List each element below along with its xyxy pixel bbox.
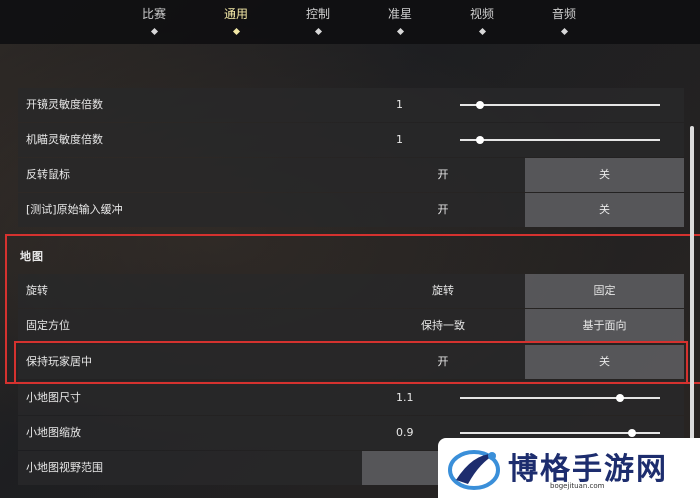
- tab-match[interactable]: 比赛: [124, 6, 184, 36]
- option-keep-consistent-button[interactable]: 保持一致: [362, 309, 524, 343]
- setting-value: 1.1: [396, 391, 414, 404]
- tab-general[interactable]: 通用: [206, 6, 266, 36]
- tab-indicator-icon: [150, 27, 158, 36]
- setting-row-scope-sensitivity: 开镜灵敏度倍数 1: [18, 88, 684, 122]
- slider-handle[interactable]: [628, 429, 636, 437]
- tab-crosshair-label: 准星: [387, 7, 412, 21]
- setting-row-minimap-size: 小地图尺寸 1.1: [18, 381, 684, 415]
- minimap-size-slider[interactable]: [460, 394, 660, 402]
- tab-indicator-icon: [232, 27, 240, 36]
- setting-label: 固定方位: [26, 319, 70, 332]
- tab-crosshair[interactable]: 准星: [370, 6, 430, 36]
- setting-row-fixed-orientation: 固定方位 保持一致 基于面向: [18, 309, 684, 343]
- tab-indicator-icon: [560, 27, 568, 36]
- watermark: 博格手游网 bogejituan.com: [438, 438, 700, 498]
- tab-general-label: 通用: [223, 7, 248, 21]
- setting-label: 反转鼠标: [26, 168, 70, 181]
- tab-indicator-icon: [314, 27, 322, 36]
- setting-row-invert-mouse: 反转鼠标 开 关: [18, 158, 684, 192]
- tab-audio-label: 音频: [551, 7, 576, 21]
- setting-row-ironsight-sensitivity: 机瞄灵敏度倍数 1: [18, 123, 684, 157]
- option-on-button[interactable]: 开: [362, 345, 524, 379]
- setting-label: 旋转: [26, 284, 48, 297]
- settings-tab-bar: 比赛 通用 控制 准星 视频 音频: [0, 0, 700, 44]
- slider-handle[interactable]: [616, 394, 624, 402]
- setting-label: 小地图尺寸: [26, 391, 81, 404]
- tab-controls[interactable]: 控制: [288, 6, 348, 36]
- minimap-zoom-slider[interactable]: [460, 429, 660, 437]
- tab-video[interactable]: 视频: [452, 6, 512, 36]
- option-on-button[interactable]: 开: [362, 158, 524, 192]
- option-based-on-facing-button[interactable]: 基于面向: [525, 309, 684, 343]
- slider-handle[interactable]: [476, 136, 484, 144]
- tab-indicator-icon: [396, 27, 404, 36]
- section-title-map: 地图: [20, 250, 44, 263]
- ironsight-sensitivity-slider[interactable]: [460, 136, 660, 144]
- watermark-url: bogejituan.com: [550, 482, 605, 490]
- setting-value: 1: [396, 98, 403, 111]
- setting-row-raw-input-buffer: [测试]原始输入缓冲 开 关: [18, 193, 684, 227]
- setting-label: 小地图视野范围: [26, 461, 103, 474]
- option-on-button[interactable]: 开: [362, 193, 524, 227]
- option-off-button[interactable]: 关: [525, 345, 684, 379]
- tab-match-label: 比赛: [141, 7, 166, 21]
- setting-value: 0.9: [396, 426, 414, 439]
- option-off-button[interactable]: 关: [525, 193, 684, 227]
- tab-indicator-icon: [478, 27, 486, 36]
- setting-label: 保持玩家居中: [26, 355, 92, 368]
- option-fixed-button[interactable]: 固定: [525, 274, 684, 308]
- tab-controls-label: 控制: [305, 7, 330, 21]
- tab-audio[interactable]: 音频: [534, 6, 594, 36]
- option-off-button[interactable]: 关: [525, 158, 684, 192]
- slider-handle[interactable]: [476, 101, 484, 109]
- tab-video-label: 视频: [469, 7, 494, 21]
- setting-value: 1: [396, 133, 403, 146]
- option-rotate-button[interactable]: 旋转: [362, 274, 524, 308]
- setting-label: 小地图缩放: [26, 426, 81, 439]
- setting-row-keep-player-centered: 保持玩家居中 开 关: [18, 345, 684, 379]
- setting-label: 机瞄灵敏度倍数: [26, 133, 103, 146]
- setting-row-rotation: 旋转 旋转 固定: [18, 274, 684, 308]
- watermark-logo-icon: [448, 450, 500, 490]
- scope-sensitivity-slider[interactable]: [460, 101, 660, 109]
- setting-label: 开镜灵敏度倍数: [26, 98, 103, 111]
- setting-label: [测试]原始输入缓冲: [26, 203, 123, 216]
